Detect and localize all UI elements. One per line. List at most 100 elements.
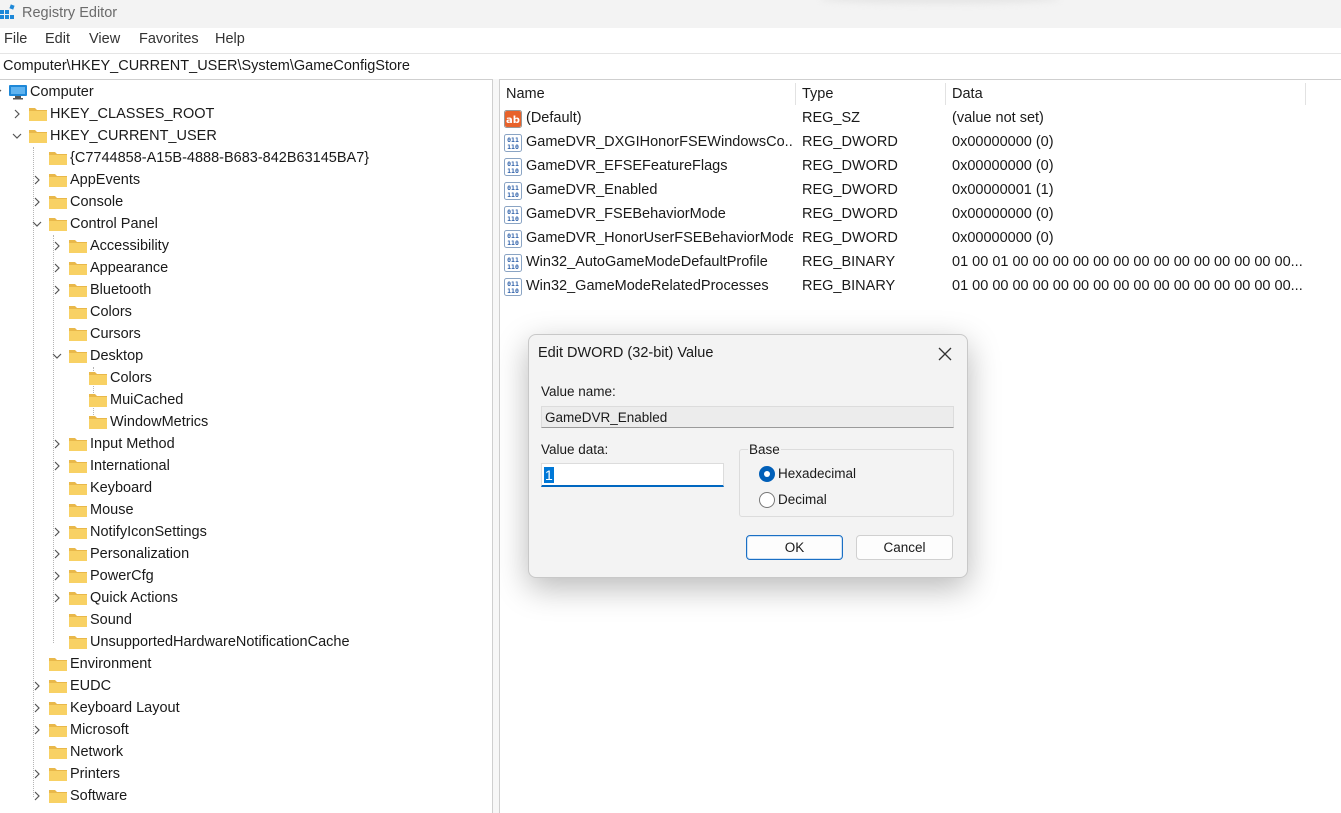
chevron-right-icon[interactable] bbox=[12, 103, 22, 125]
base-group bbox=[739, 449, 954, 517]
value-row[interactable]: 011 110 GameDVR_Enabled REG_DWORD 0x00000001… bbox=[499, 179, 1341, 203]
ok-button[interactable]: OK bbox=[746, 535, 843, 560]
chevron-right-icon[interactable] bbox=[52, 279, 62, 301]
hexadecimal-label[interactable]: Hexadecimal bbox=[778, 466, 856, 481]
chevron-right-icon[interactable] bbox=[32, 785, 42, 807]
chevron-right-icon[interactable] bbox=[52, 455, 62, 477]
value-name-field: GameDVR_Enabled bbox=[541, 406, 954, 428]
tree-item-label: MuiCached bbox=[110, 392, 184, 408]
value-type: REG_DWORD bbox=[802, 134, 898, 150]
folder-icon bbox=[28, 106, 48, 122]
svg-text:110: 110 bbox=[507, 191, 519, 199]
close-icon[interactable] bbox=[935, 344, 955, 364]
value-row[interactable]: 011 110 GameDVR_EFSEFeatureFlags REG_DWORD 0… bbox=[499, 155, 1341, 179]
svg-text:110: 110 bbox=[507, 287, 519, 295]
address-bar[interactable]: Computer\HKEY_CURRENT_USER\System\GameCo… bbox=[0, 53, 1341, 80]
value-type: REG_DWORD bbox=[802, 230, 898, 246]
chevron-down-icon[interactable] bbox=[52, 345, 62, 367]
column-separator[interactable] bbox=[795, 83, 796, 105]
folder-icon bbox=[48, 766, 68, 782]
value-row[interactable]: 011 110 GameDVR_FSEBehaviorMode REG_DWORD 0x… bbox=[499, 203, 1341, 227]
column-header-name[interactable]: Name bbox=[506, 79, 545, 107]
tree-item-label: Environment bbox=[70, 656, 152, 672]
menu-edit[interactable]: Edit bbox=[45, 31, 70, 47]
value-type: REG_DWORD bbox=[802, 158, 898, 174]
value-name: GameDVR_FSEBehaviorMode bbox=[526, 206, 726, 222]
tree-item-label: Colors bbox=[110, 370, 152, 386]
tree-item-label: UnsupportedHardwareNotificationCache bbox=[90, 634, 350, 650]
column-separator[interactable] bbox=[1305, 83, 1306, 105]
tree-item-label: WindowMetrics bbox=[110, 414, 209, 430]
decimal-radio[interactable] bbox=[759, 492, 775, 508]
tree-item-label: Console bbox=[70, 194, 124, 210]
menu-view[interactable]: View bbox=[89, 31, 120, 47]
folder-icon bbox=[68, 568, 88, 584]
folder-icon bbox=[48, 744, 68, 760]
folder-icon bbox=[68, 304, 88, 320]
tree-item-label: Appearance bbox=[90, 260, 169, 276]
chevron-right-icon[interactable] bbox=[52, 235, 62, 257]
value-type: REG_DWORD bbox=[802, 182, 898, 198]
chevron-right-icon[interactable] bbox=[52, 433, 62, 455]
decimal-label[interactable]: Decimal bbox=[778, 492, 827, 507]
svg-text:110: 110 bbox=[507, 263, 519, 271]
value-data: 0x00000001 (1) bbox=[952, 182, 1054, 198]
folder-icon bbox=[48, 656, 68, 672]
value-data: 0x00000000 (0) bbox=[952, 134, 1054, 150]
value-name: Win32_AutoGameModeDefaultProfile bbox=[526, 254, 768, 270]
folder-icon bbox=[68, 260, 88, 276]
value-row[interactable]: 011 110 GameDVR_HonorUserFSEBehaviorMode RE… bbox=[499, 227, 1341, 251]
svg-text:ab: ab bbox=[506, 115, 520, 126]
value-data-label: Value data: bbox=[541, 442, 609, 457]
chevron-down-icon[interactable] bbox=[32, 213, 42, 235]
chevron-down-icon[interactable] bbox=[12, 125, 22, 147]
value-name: Win32_GameModeRelatedProcesses bbox=[526, 278, 769, 294]
chevron-right-icon[interactable] bbox=[32, 169, 42, 191]
binary-value-icon: 011 110 bbox=[504, 182, 522, 200]
folder-icon bbox=[68, 502, 88, 518]
menu-help[interactable]: Help bbox=[215, 31, 245, 47]
value-data-text: 1 bbox=[544, 467, 554, 483]
column-header-type[interactable]: Type bbox=[802, 79, 833, 107]
chevron-right-icon[interactable] bbox=[52, 543, 62, 565]
chevron-right-icon[interactable] bbox=[52, 257, 62, 279]
chevron-right-icon[interactable] bbox=[52, 521, 62, 543]
chevron-right-icon[interactable] bbox=[32, 191, 42, 213]
value-data-input[interactable]: 1 bbox=[541, 463, 724, 487]
column-header-data[interactable]: Data bbox=[952, 79, 983, 107]
chevron-right-icon[interactable] bbox=[32, 675, 42, 697]
registry-editor-icon bbox=[0, 4, 16, 22]
value-data: (value not set) bbox=[952, 110, 1044, 126]
chevron-right-icon[interactable] bbox=[52, 565, 62, 587]
chevron-down-icon[interactable] bbox=[0, 81, 2, 103]
cancel-button[interactable]: Cancel bbox=[856, 535, 953, 560]
computer-icon bbox=[8, 84, 28, 100]
value-row[interactable]: 011 110 GameDVR_DXGIHonorFSEWindowsCo... RE… bbox=[499, 131, 1341, 155]
value-row[interactable]: 011 110 Win32_GameModeRelatedProcesses REG_… bbox=[499, 275, 1341, 299]
folder-icon bbox=[68, 458, 88, 474]
chevron-right-icon[interactable] bbox=[32, 763, 42, 785]
chevron-right-icon[interactable] bbox=[32, 719, 42, 741]
tree-item-label: Cursors bbox=[90, 326, 141, 342]
value-row[interactable]: ab (Default) REG_SZ (value not set) bbox=[499, 107, 1341, 131]
folder-icon bbox=[48, 172, 68, 188]
tree-item-label: Personalization bbox=[90, 546, 190, 562]
edit-dword-dialog: Edit DWORD (32-bit) Value Value name: Ga… bbox=[528, 334, 968, 578]
column-separator[interactable] bbox=[945, 83, 946, 105]
chevron-right-icon[interactable] bbox=[52, 587, 62, 609]
binary-value-icon: 011 110 bbox=[504, 278, 522, 296]
menu-file[interactable]: File bbox=[4, 31, 27, 47]
value-name: GameDVR_Enabled bbox=[526, 182, 658, 198]
value-data: 01 00 00 00 00 00 00 00 00 00 00 00 00 0… bbox=[952, 278, 1303, 294]
menu-favorites[interactable]: Favorites bbox=[139, 31, 199, 47]
folder-icon bbox=[68, 282, 88, 298]
menu-bar: File Edit View Favorites Help bbox=[0, 28, 1341, 52]
folder-icon bbox=[68, 524, 88, 540]
folder-icon bbox=[68, 612, 88, 628]
svg-text:110: 110 bbox=[507, 215, 519, 223]
hexadecimal-radio[interactable] bbox=[759, 466, 775, 482]
chevron-right-icon[interactable] bbox=[32, 697, 42, 719]
value-row[interactable]: 011 110 Win32_AutoGameModeDefaultProfile RE… bbox=[499, 251, 1341, 275]
folder-icon bbox=[68, 238, 88, 254]
key-tree[interactable]: Computer HKEY_CLASSES_ROOT HKEY_CURRENT_US… bbox=[0, 79, 492, 813]
